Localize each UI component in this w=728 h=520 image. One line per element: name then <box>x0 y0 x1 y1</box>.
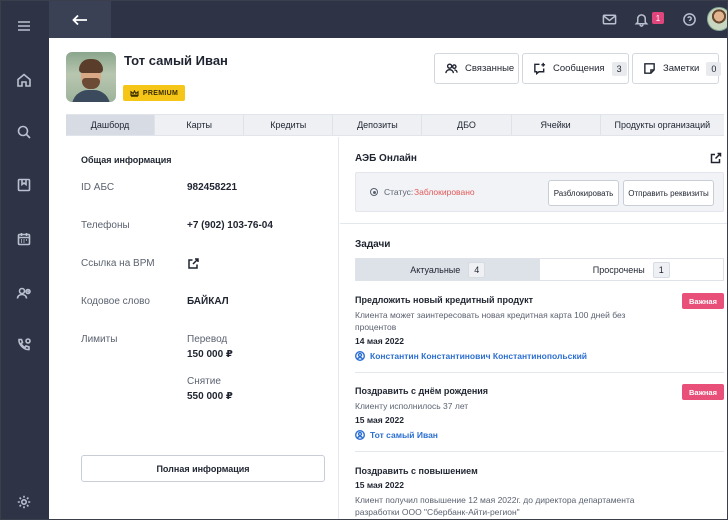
vrm-link-label: Ссылка на ВРМ <box>81 258 155 269</box>
user-circle-icon <box>355 430 365 440</box>
general-info-panel: Общая информация ID АБС 982458221 Телефо… <box>66 137 339 519</box>
tab-organization-products[interactable]: Продукты организаций <box>601 115 724 135</box>
task-person-link[interactable]: Константин Константинович Константинопол… <box>355 351 724 361</box>
mail-icon[interactable] <box>600 10 618 28</box>
external-link-icon[interactable] <box>187 257 200 270</box>
full-info-button[interactable]: Полная информация <box>81 455 325 482</box>
note-icon <box>644 63 655 74</box>
crown-icon <box>130 89 139 97</box>
tab-deposits[interactable]: Депозиты <box>333 115 423 135</box>
divider <box>355 451 724 452</box>
search-icon[interactable] <box>13 121 35 143</box>
phones-value: +7 (902) 103-76-04 <box>187 220 273 231</box>
external-link-icon[interactable] <box>710 152 722 164</box>
top-bar: 1 <box>49 1 727 38</box>
important-badge: Важная <box>682 293 724 309</box>
task-title: Поздравить с повышением <box>355 466 478 476</box>
task-description: Клиента может заинтересовать новая креди… <box>355 310 626 332</box>
tab-credits[interactable]: Кредиты <box>244 115 334 135</box>
status-value: Заблокировано <box>414 187 475 197</box>
settings-icon[interactable] <box>13 491 35 513</box>
task-title: Предложить новый кредитный продукт <box>355 295 534 305</box>
task-item[interactable]: Поздравить с повышением 15 мая 2022 Клие… <box>355 466 724 518</box>
menu-icon[interactable] <box>13 15 35 37</box>
unblock-button[interactable]: Разблокировать <box>548 180 619 206</box>
divider <box>355 372 724 373</box>
notes-button-label: Заметки <box>663 63 700 74</box>
status-dot-icon <box>370 188 378 196</box>
task-person-name: Тот самый Иван <box>370 430 438 440</box>
phones-label: Телефоны <box>81 220 130 231</box>
code-word-label: Кодовое слово <box>81 296 150 307</box>
code-word-value: БАЙКАЛ <box>187 296 229 307</box>
withdraw-limit-value: 550 000 ₽ <box>187 391 233 402</box>
withdraw-limit-label: Снятие <box>187 376 221 387</box>
tab-current-label: Актуальные <box>410 264 461 275</box>
main-content: Тот самый Иван PREMIUM Связанные Сообщен… <box>49 38 727 519</box>
linked-button-label: Связанные <box>465 63 515 74</box>
notes-count: 0 <box>706 61 722 76</box>
task-date: 15 мая 2022 <box>355 480 404 490</box>
task-date: 15 мая 2022 <box>355 415 404 425</box>
bell-icon[interactable] <box>632 10 650 28</box>
tasks-tabs: Актуальные 4 Просрочены 1 <box>355 258 724 281</box>
right-panel: АЭБ Онлайн Статус: Заблокировано Разблок… <box>340 137 727 519</box>
task-date: 14 мая 2022 <box>355 336 404 346</box>
overdue-tasks-count: 1 <box>652 261 670 278</box>
back-arrow-icon <box>72 14 87 25</box>
aeb-online-title: АЭБ Онлайн <box>355 153 417 164</box>
notes-button[interactable]: Заметки 0 <box>632 53 722 84</box>
important-badge: Важная <box>682 384 724 400</box>
phone-icon[interactable] <box>13 334 35 356</box>
home-icon[interactable] <box>13 69 35 91</box>
status-label: Статус: <box>384 187 414 197</box>
messages-button-label: Сообщения <box>553 63 605 74</box>
abs-id-label: ID АБС <box>81 182 115 193</box>
sidebar <box>1 1 49 519</box>
current-tasks-count: 4 <box>468 261 486 278</box>
task-description: Клиент получил повышение 12 мая 2022г. д… <box>355 495 635 517</box>
messages-button[interactable]: Сообщения 3 <box>522 53 629 84</box>
tab-safe-boxes[interactable]: Ячейки <box>512 115 601 135</box>
messages-count: 3 <box>611 61 627 76</box>
back-button[interactable] <box>49 1 111 38</box>
transfer-limit-value: 150 000 ₽ <box>187 349 233 360</box>
tab-current-tasks[interactable]: Актуальные 4 <box>356 259 540 280</box>
general-info-title: Общая информация <box>81 155 172 165</box>
client-tabs: Дашборд Карты Кредиты Депозиты ДБО Ячейк… <box>66 114 724 136</box>
client-photo <box>66 52 116 102</box>
tab-dbo[interactable]: ДБО <box>422 115 512 135</box>
task-person-name: Константин Константинович Константинопол… <box>370 351 588 361</box>
notifications-count-badge: 1 <box>652 12 664 24</box>
app-window: 1 Тот самый Иван PREMIUM Связанные Сообщ… <box>0 0 728 520</box>
limits-label: Лимиты <box>81 334 118 345</box>
users-icon <box>445 63 458 74</box>
transfer-limit-label: Перевод <box>187 334 228 345</box>
message-add-icon <box>534 62 546 75</box>
send-details-button[interactable]: Отправить реквизиты <box>623 180 714 206</box>
divider <box>340 223 727 224</box>
users-icon[interactable] <box>13 282 35 304</box>
client-name: Тот самый Иван <box>124 53 228 68</box>
tab-dashboard[interactable]: Дашборд <box>66 115 156 135</box>
abs-id-value: 982458221 <box>187 182 238 193</box>
tasks-title: Задачи <box>355 239 391 250</box>
premium-badge: PREMIUM <box>123 85 185 101</box>
tab-overdue-tasks[interactable]: Просрочены 1 <box>539 259 723 280</box>
aeb-status-box: Статус: Заблокировано Разблокировать Отп… <box>355 172 724 212</box>
task-title: Поздравить с днём рождения <box>355 386 489 396</box>
calendar-icon[interactable] <box>13 228 35 250</box>
premium-badge-label: PREMIUM <box>142 89 179 97</box>
task-person-link[interactable]: Тот самый Иван <box>355 430 724 440</box>
task-item[interactable]: Поздравить с днём рождения Клиенту испол… <box>355 384 724 440</box>
task-description: Клиенту исполнилось 37 лет <box>355 401 469 411</box>
user-circle-icon <box>355 351 365 361</box>
user-avatar[interactable] <box>707 7 727 31</box>
help-icon[interactable] <box>680 10 698 28</box>
task-item[interactable]: Предложить новый кредитный продукт Клиен… <box>355 293 724 361</box>
tab-cards[interactable]: Карты <box>155 115 245 135</box>
bookmark-icon[interactable] <box>13 174 35 196</box>
tab-overdue-label: Просрочены <box>592 264 645 275</box>
linked-button[interactable]: Связанные <box>434 53 519 84</box>
